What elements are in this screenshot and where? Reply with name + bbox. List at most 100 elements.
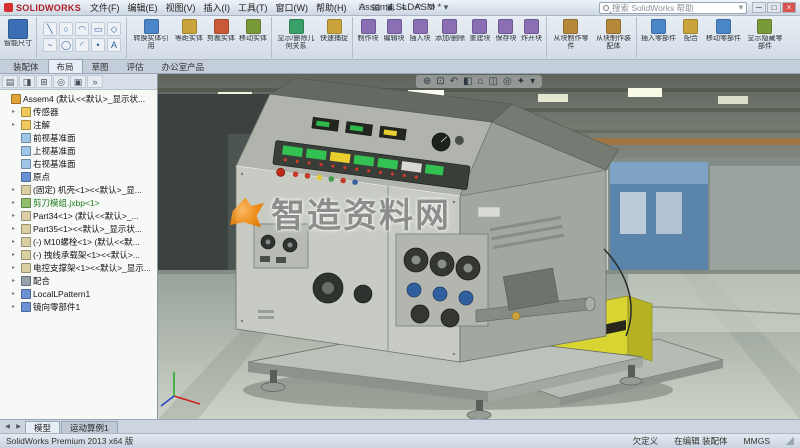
tree-item[interactable]: ▸ 注解 — [0, 118, 157, 131]
ribbon-button[interactable]: 保存块 — [493, 17, 519, 58]
expand-icon[interactable]: ▸ — [12, 238, 19, 245]
text-icon[interactable]: A — [107, 38, 121, 52]
ribbon-button[interactable]: 配合 — [678, 17, 704, 58]
ellipse-icon[interactable]: ◯ — [59, 38, 73, 52]
tree-item[interactable]: 上视基准面 — [0, 144, 157, 157]
maximize-button[interactable]: □ — [767, 2, 781, 13]
tab-scroll-next-icon[interactable]: ▶ — [13, 423, 24, 430]
expand-icon[interactable]: ▸ — [12, 303, 19, 310]
expand-icon[interactable]: ▸ — [12, 290, 19, 297]
previous-view-icon[interactable]: ↶ — [450, 76, 458, 87]
search-dropdown-icon[interactable]: ▾ — [739, 2, 743, 13]
arc-icon[interactable]: ◠ — [75, 22, 89, 36]
tree-item[interactable]: ▸ 配合 — [0, 274, 157, 287]
undo-icon[interactable]: ↶ — [412, 2, 425, 13]
command-tab[interactable]: 评估 — [118, 59, 153, 73]
tree-item[interactable]: ▸ Part35<1><<默认>_显示状... — [0, 222, 157, 235]
expand-icon[interactable]: ▸ — [12, 108, 19, 115]
zoom-fit-icon[interactable]: ⊕ — [423, 76, 431, 87]
tree-item[interactable]: ▸ Part34<1> (默认<<默认>_... — [0, 209, 157, 222]
expand-icon[interactable]: ▸ — [12, 251, 19, 258]
spline-icon[interactable]: ~ — [43, 38, 57, 52]
tree-item[interactable]: ▸ (-) M10螺栓<1> (默认<<默... — [0, 235, 157, 248]
tree-item[interactable]: ▸ 镜向零部件1 — [0, 300, 157, 313]
expand-icon[interactable]: ▸ — [12, 186, 19, 193]
command-tab[interactable]: 布局 — [48, 59, 83, 73]
menu-item[interactable]: 文件(F) — [86, 1, 124, 14]
command-tab[interactable]: 办公室产品 — [153, 59, 214, 73]
polygon-icon[interactable]: ◇ — [107, 22, 121, 36]
tree-item[interactable]: 前视基准面 — [0, 131, 157, 144]
ribbon-button[interactable]: 移动零部件 — [704, 17, 743, 58]
expand-icon[interactable]: ▸ — [12, 277, 19, 284]
ribbon-button[interactable]: 插入零部件 — [639, 17, 678, 58]
tree-item[interactable]: ▸ LocalLPattern1 — [0, 287, 157, 300]
panel-overflow-icon[interactable]: » — [87, 75, 103, 88]
ribbon-button[interactable]: 从块制作装配体 — [593, 17, 637, 58]
new-document-icon[interactable]: □ — [356, 2, 369, 13]
configurationmanager-tab-icon[interactable]: ⊞ — [36, 75, 52, 88]
line-icon[interactable]: ╲ — [43, 22, 57, 36]
tree-item[interactable]: ▸ 电控支撑架<1><<默认>_显示... — [0, 261, 157, 274]
edit-appearance-icon[interactable]: ✦ — [517, 76, 525, 87]
study-tab[interactable]: 模型 — [25, 421, 60, 433]
rectangle-icon[interactable]: ▭ — [91, 22, 105, 36]
scene-dropdown-icon[interactable]: ▾ — [530, 76, 535, 87]
expand-icon[interactable]: ▸ — [12, 199, 19, 206]
hide-show-items-icon[interactable]: ◎ — [503, 76, 512, 87]
ribbon-button[interactable]: 炸开块 — [519, 17, 547, 58]
menu-item[interactable]: 插入(I) — [200, 1, 235, 14]
dimxpert-tab-icon[interactable]: ◎ — [53, 75, 69, 88]
tree-item[interactable]: Assem4 (默认<<默认>_显示状... — [0, 92, 157, 105]
expand-icon[interactable]: ▸ — [12, 121, 19, 128]
command-tab[interactable]: 装配体 — [4, 59, 48, 73]
ribbon-button[interactable]: 显示隐藏零部件 — [743, 17, 787, 58]
command-tab[interactable]: 草图 — [83, 59, 118, 73]
close-button[interactable]: × — [782, 2, 796, 13]
ribbon-button[interactable]: 智能尺寸 — [2, 17, 37, 58]
ribbon-button[interactable]: 制作块 — [355, 17, 381, 58]
rebuild-icon[interactable]: ↻ — [426, 2, 439, 13]
units-selector[interactable]: MMGS — [744, 436, 770, 446]
menu-item[interactable]: 帮助(H) — [312, 1, 351, 14]
graphics-area[interactable]: ⊕⊡↶◧⌂◫◎✦▾ 智造资料网 — [158, 74, 800, 419]
tab-scroll-first-icon[interactable]: ◀ — [2, 423, 13, 430]
ribbon-button[interactable]: 重建块 — [467, 17, 493, 58]
point-icon[interactable]: • — [91, 38, 105, 52]
expand-icon[interactable]: ▸ — [12, 225, 19, 232]
zoom-area-icon[interactable]: ⊡ — [436, 76, 444, 87]
menu-item[interactable]: 窗口(W) — [272, 1, 313, 14]
tree-item[interactable]: ▸ (-) 拽线承载架<1><<默认>... — [0, 248, 157, 261]
ribbon-button[interactable]: 移动实体 — [237, 17, 272, 58]
expand-icon[interactable]: ▸ — [12, 212, 19, 219]
tree-item[interactable]: ▸ 剪刀模组.jxbp<1> — [0, 196, 157, 209]
tree-item[interactable]: ▸ (固定) 机壳<1><<默认>_显... — [0, 183, 157, 196]
ribbon-button[interactable]: 添加/删除 — [433, 17, 467, 58]
ribbon-button[interactable]: 剪裁实体 — [205, 17, 237, 58]
featuremanager-tab-icon[interactable]: ▤ — [2, 75, 18, 88]
print-icon[interactable]: ≡ — [398, 2, 411, 13]
ribbon-button[interactable]: 插入块 — [407, 17, 433, 58]
expand-icon[interactable]: ▸ — [12, 264, 19, 271]
menu-item[interactable]: 视图(V) — [162, 1, 200, 14]
tree-item[interactable]: 原点 — [0, 170, 157, 183]
study-tab[interactable]: 运动算例1 — [61, 421, 118, 433]
options-icon[interactable]: ▾ — [440, 2, 453, 13]
ribbon-button[interactable]: 等距实体 — [173, 17, 205, 58]
ribbon-button[interactable]: 显示/删除几何关系 — [274, 17, 318, 58]
ribbon-button[interactable]: 从块制作零件 — [549, 17, 593, 58]
displaymanager-tab-icon[interactable]: ▣ — [70, 75, 86, 88]
open-document-icon[interactable]: ▤ — [370, 2, 383, 13]
tree-item[interactable]: 右视基准面 — [0, 157, 157, 170]
circle-icon[interactable]: ○ — [59, 22, 73, 36]
ribbon-button[interactable]: 编辑块 — [381, 17, 407, 58]
propertymanager-tab-icon[interactable]: ◨ — [19, 75, 35, 88]
display-style-icon[interactable]: ◫ — [489, 76, 498, 87]
menu-item[interactable]: 工具(T) — [234, 1, 272, 14]
save-icon[interactable]: ▣ — [384, 2, 397, 13]
section-view-icon[interactable]: ◧ — [463, 76, 472, 87]
tree-item[interactable]: ▸ 传感器 — [0, 105, 157, 118]
ribbon-button[interactable]: 转换实体引用 — [129, 17, 173, 58]
ribbon-button[interactable]: 快速捕捉 — [318, 17, 353, 58]
view-orientation-icon[interactable]: ⌂ — [477, 76, 483, 87]
